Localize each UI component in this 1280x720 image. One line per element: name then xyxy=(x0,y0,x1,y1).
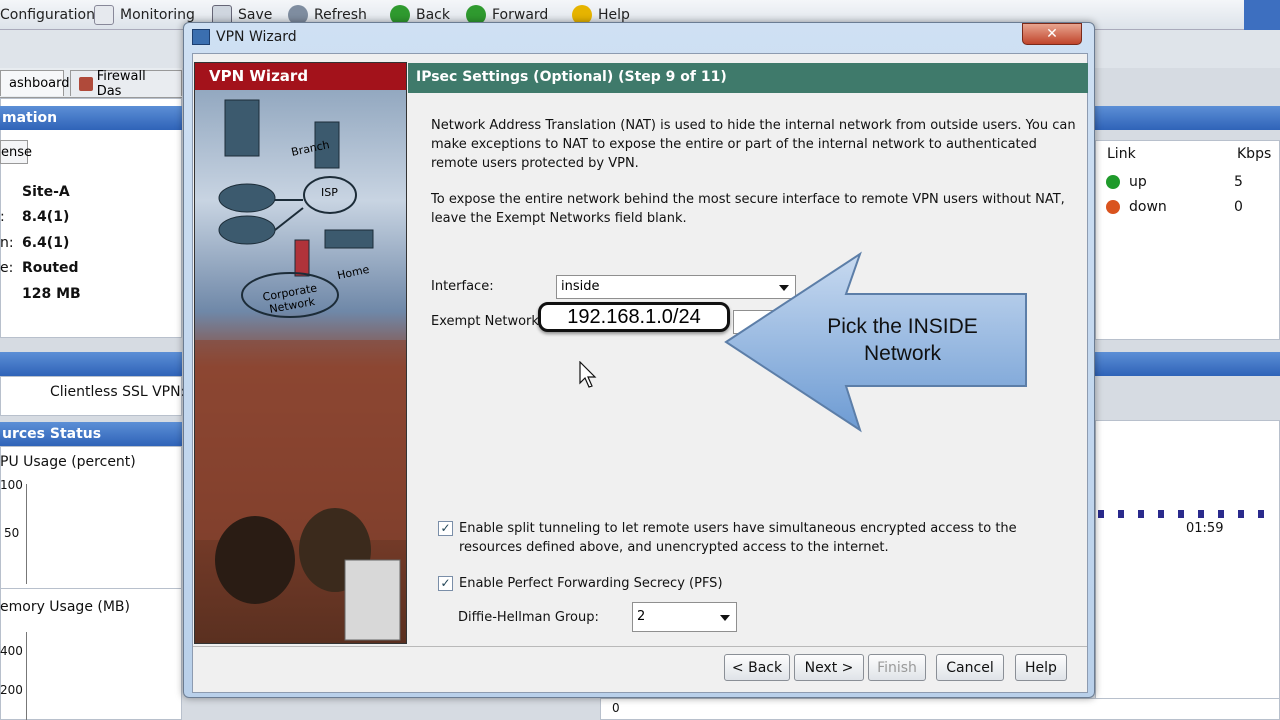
wizard-icon xyxy=(192,29,210,45)
refresh-label: Refresh xyxy=(314,7,367,23)
up-status-icon xyxy=(1106,175,1120,189)
resources-title: urces Status xyxy=(2,426,102,442)
info-value-asdm: 6.4(1) xyxy=(22,235,70,251)
tab-firewall-dashboard[interactable]: Firewall Das xyxy=(70,68,182,99)
configuration-label: Configuration xyxy=(0,7,95,23)
memory-tick-200: 200 xyxy=(0,683,23,697)
chevron-down-icon xyxy=(720,615,730,621)
axis-zero-label: 0 xyxy=(612,701,620,715)
close-button[interactable]: ✕ xyxy=(1022,23,1082,45)
save-label: Save xyxy=(238,7,273,23)
resources-panel xyxy=(0,446,182,720)
kbps-down: 0 xyxy=(1234,199,1243,215)
down-status-icon xyxy=(1106,200,1120,214)
info-value-asa: 8.4(1) xyxy=(22,209,70,225)
monitoring-label: Monitoring xyxy=(120,7,195,23)
cpu-tick-100: 100 xyxy=(0,478,23,492)
window-corner xyxy=(1244,0,1280,30)
pfs-label: Enable Perfect Forwarding Secrecy (PFS) xyxy=(459,576,723,591)
pfs-checkbox[interactable]: ✓ xyxy=(438,576,453,591)
divider xyxy=(0,588,182,589)
mouse-cursor-icon xyxy=(579,361,597,388)
exempt-description: To expose the entire network behind the … xyxy=(431,192,1065,226)
dialog-title: VPN Wizard xyxy=(216,29,297,45)
tab-license-label: ense xyxy=(1,145,33,160)
help-dialog-button[interactable]: Help xyxy=(1015,654,1067,681)
dh-group-label: Diffie-Hellman Group: xyxy=(458,610,599,625)
interface-status-header xyxy=(1095,106,1280,130)
tab-dashboard-label: ashboard xyxy=(9,76,70,91)
info-label-asdm: n: xyxy=(0,235,14,251)
cpu-tick-50: 50 xyxy=(4,526,20,540)
tab-firewall-label: Firewall Das xyxy=(96,68,146,99)
tab-license[interactable]: ense xyxy=(0,140,32,164)
tab-dashboard[interactable]: ashboard xyxy=(0,70,70,96)
bottom-chart-strip xyxy=(600,698,1280,720)
close-icon: ✕ xyxy=(1046,26,1058,42)
link-status-up: up xyxy=(1129,174,1147,190)
nat-description: Network Address Translation (NAT) is use… xyxy=(431,118,1076,171)
dh-group-value: 2 xyxy=(637,609,646,624)
dialog-titlebar: VPN Wizard xyxy=(192,29,297,45)
isp-label: ISP xyxy=(321,186,338,199)
back-wizard-label: < Back xyxy=(731,659,783,676)
exempt-network-callout: 192.168.1.0/24 xyxy=(538,302,730,332)
device-info-title: mation xyxy=(2,110,58,126)
exempt-network-label: Exempt Network xyxy=(431,314,539,329)
help-label: Help xyxy=(598,7,630,23)
col-link-header: Link xyxy=(1107,146,1136,162)
device-info-header: mation xyxy=(0,106,182,130)
right-section-header xyxy=(1095,352,1280,376)
network-diagram-illustration xyxy=(195,99,406,641)
cpu-y-axis xyxy=(26,484,27,584)
back-wizard-button[interactable]: < Back xyxy=(724,654,790,681)
step-title: IPsec Settings (Optional) (Step 9 of 11) xyxy=(416,69,727,85)
firewall-icon xyxy=(79,76,93,91)
info-value-host: Site-A xyxy=(22,184,70,200)
cancel-label: Cancel xyxy=(946,659,994,676)
sidebar-illustration: Branch ISP Home Corporate Network xyxy=(195,90,406,643)
finish-label: Finish xyxy=(877,659,917,676)
info-label-mode: e: xyxy=(0,260,14,276)
dh-group-select[interactable]: 2 xyxy=(632,602,737,632)
interface-status-panel xyxy=(1095,140,1280,340)
memory-y-axis xyxy=(26,632,27,720)
memory-usage-label: emory Usage (MB) xyxy=(0,599,130,615)
next-label: Next > xyxy=(804,659,854,676)
interface-label: Interface: xyxy=(431,279,494,294)
info-value-mode: Routed xyxy=(22,260,79,276)
split-tunnel-label: Enable split tunneling to let remote use… xyxy=(459,521,1017,555)
annotation-text: Pick the INSIDE Network xyxy=(827,315,978,365)
link-status-down: down xyxy=(1129,199,1167,215)
configuration-button[interactable]: Configuration xyxy=(0,4,95,26)
resources-header: urces Status xyxy=(0,422,182,446)
info-label-asa: : xyxy=(0,209,5,225)
traffic-dots xyxy=(1098,510,1278,518)
back-label: Back xyxy=(416,7,450,23)
monitoring-icon xyxy=(94,5,114,25)
info-value-memory: 128 MB xyxy=(22,286,81,302)
forward-label: Forward xyxy=(492,7,549,23)
cpu-usage-label: PU Usage (percent) xyxy=(0,454,136,470)
sidebar-title: VPN Wizard xyxy=(195,63,406,90)
monitoring-button[interactable]: Monitoring xyxy=(94,4,195,26)
finish-button[interactable]: Finish xyxy=(868,654,926,681)
wizard-sidebar: VPN Wizard Branch ISP Home Corporate Net… xyxy=(194,62,407,644)
col-kbps-header: Kbps xyxy=(1237,146,1272,162)
cancel-button[interactable]: Cancel xyxy=(936,654,1004,681)
clientless-label: Clientless SSL VPN: xyxy=(50,384,186,400)
next-button[interactable]: Next > xyxy=(794,654,864,681)
step-header: IPsec Settings (Optional) (Step 9 of 11) xyxy=(408,63,1088,93)
interface-select-value: inside xyxy=(561,279,600,294)
time-label: 01:59 xyxy=(1186,521,1224,536)
help-dialog-label: Help xyxy=(1025,659,1057,676)
button-divider xyxy=(193,646,1087,647)
split-tunnel-checkbox[interactable]: ✓ xyxy=(438,521,453,536)
traffic-chart-panel xyxy=(1095,420,1280,720)
vpn-sessions-header xyxy=(0,352,182,376)
memory-tick-400: 400 xyxy=(0,644,23,658)
home-tabs: ashboard Firewall Das xyxy=(0,68,182,99)
kbps-up: 5 xyxy=(1234,174,1243,190)
